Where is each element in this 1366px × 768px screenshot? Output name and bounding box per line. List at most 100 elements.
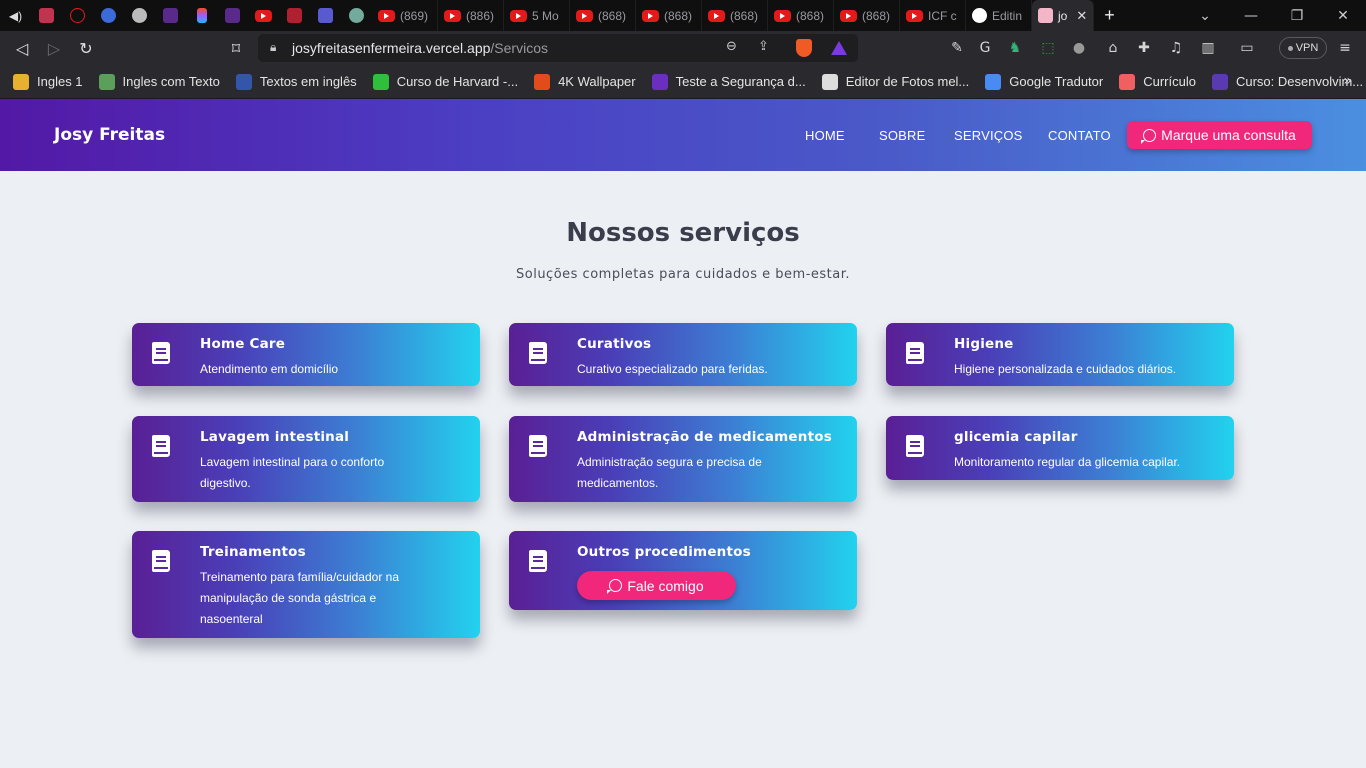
brave-rewards-icon[interactable] [831, 41, 847, 55]
whatsapp-icon [607, 579, 623, 594]
youtube-icon [378, 9, 395, 22]
github-icon [972, 8, 987, 23]
service-card-outros-procedimentos: Outros procedimentos Fale comigo [509, 531, 857, 610]
tab-youtube[interactable]: (886) [438, 0, 504, 31]
minimize-button[interactable]: — [1228, 0, 1274, 31]
tab-10[interactable] [310, 0, 341, 31]
extension-icon[interactable]: ♞ [1000, 31, 1030, 65]
book-icon [529, 342, 547, 364]
service-card-higiene: Higiene Higiene personalizada e cuidados… [886, 323, 1234, 386]
tab-7[interactable] [217, 0, 248, 31]
nav-home[interactable]: HOME [805, 128, 845, 143]
tab-youtube[interactable]: (868) [768, 0, 834, 31]
bookmark-item[interactable]: Currículo [1119, 73, 1196, 90]
tab-11[interactable] [341, 0, 372, 31]
forward-button[interactable]: ▷ [38, 32, 70, 64]
tab-title: jo [1058, 8, 1068, 23]
url-path: /Servicos [490, 40, 548, 56]
reload-icon: ↻ [79, 38, 93, 58]
bookmark-favicon-icon [651, 73, 668, 90]
card-title: Curativos [577, 336, 652, 352]
youtube-icon [774, 9, 791, 22]
bookmark-item[interactable]: Ingles com Texto [98, 73, 220, 90]
tab-audio[interactable]: ◀) [0, 0, 31, 31]
tab-title: 5 Mo [532, 8, 559, 23]
service-card-curativos: Curativos Curativo especializado para fe… [509, 323, 857, 386]
wallet-icon[interactable]: ▭ [1232, 31, 1262, 65]
tab-5[interactable] [155, 0, 186, 31]
bookmark-item[interactable]: Textos em inglês [235, 73, 357, 90]
bookmark-label: Google Tradutor [1009, 74, 1104, 89]
brave-shield-icon[interactable] [796, 39, 812, 57]
book-icon [152, 342, 170, 364]
bookmark-favicon-icon [534, 73, 551, 90]
reload-button[interactable]: ↻ [70, 32, 102, 64]
tab-youtube[interactable]: 5 Mo [504, 0, 570, 31]
tab-search-button[interactable]: ⌄ [1182, 0, 1228, 31]
playlist-icon[interactable]: ♫ [1161, 31, 1191, 65]
tab-1[interactable] [31, 0, 62, 31]
schedule-consult-button[interactable]: Marque uma consulta [1127, 121, 1312, 149]
whatsapp-icon [1141, 128, 1157, 144]
tab-6[interactable] [186, 0, 217, 31]
vpn-button[interactable]: VPN [1279, 37, 1327, 59]
card-title: glicemia capilar [954, 429, 1078, 445]
close-window-button[interactable]: ✕ [1320, 0, 1366, 31]
tab-youtube[interactable]: (868) [834, 0, 900, 31]
new-tab-button[interactable]: + [1094, 0, 1125, 31]
contact-me-button[interactable]: Fale comigo [577, 571, 736, 600]
bookmark-item[interactable]: Teste a Segurança d... [651, 73, 806, 90]
youtube-icon [576, 9, 593, 22]
extension-icon[interactable]: ● [1064, 31, 1094, 65]
tab-9[interactable] [279, 0, 310, 31]
more-bookmarks-icon[interactable]: » [1343, 73, 1352, 89]
extension-icon[interactable]: ✎ [942, 31, 972, 65]
bookmark-favicon-icon [1211, 73, 1228, 90]
zoom-icon[interactable]: ⊖ [726, 39, 737, 54]
translate-icon[interactable]: G [970, 31, 1000, 65]
bookmark-favicon-icon [98, 73, 115, 90]
bookmark-page-button[interactable]: ⌑ [220, 32, 252, 64]
extension-icon[interactable]: ⌂ [1098, 31, 1128, 65]
bookmark-item[interactable]: Google Tradutor [985, 73, 1104, 90]
nav-servicos[interactable]: SERVIÇOS [954, 128, 1023, 143]
tab-youtube[interactable]: (868) [636, 0, 702, 31]
site-brand[interactable]: Josy Freitas [54, 125, 165, 145]
app-icon [225, 8, 240, 23]
book-icon [529, 550, 547, 572]
bookmark-favicon-icon [985, 73, 1002, 90]
bookmark-item[interactable]: Curso de Harvard -... [372, 73, 518, 90]
forward-arrow-icon: ▷ [47, 38, 61, 58]
bookmark-item[interactable]: Curso: Desenvolvim... [1211, 73, 1363, 90]
bookmark-label: 4K Wallpaper [558, 74, 636, 89]
nav-contato[interactable]: CONTATO [1048, 128, 1111, 143]
site-header: Josy Freitas HOME SOBRE SERVIÇOS CONTATO… [0, 99, 1366, 171]
tab-active[interactable]: jo ✕ [1032, 0, 1094, 31]
tab-3[interactable] [93, 0, 124, 31]
card-title: Home Care [200, 336, 286, 352]
tab-2[interactable] [62, 0, 93, 31]
menu-icon[interactable]: ≡ [1330, 31, 1360, 65]
bookmark-item[interactable]: Ingles 1 [13, 73, 83, 90]
address-bar[interactable]: 🔒︎ josyfreitasenfermeira.vercel.app/Serv… [258, 34, 858, 62]
back-button[interactable]: ◁ [6, 32, 38, 64]
tab-title: (868) [598, 8, 627, 23]
tab-youtube[interactable]: (868) [702, 0, 768, 31]
book-icon [906, 342, 924, 364]
tab-youtube[interactable]: (868) [570, 0, 636, 31]
puzzle-icon[interactable]: ✚ [1129, 31, 1159, 65]
sidebar-icon[interactable]: ▥ [1193, 31, 1223, 65]
tab-youtube[interactable]: ICF c [900, 0, 966, 31]
screenshot-icon[interactable]: ⬚ [1033, 31, 1063, 65]
bookmark-favicon-icon [821, 73, 838, 90]
share-icon[interactable]: ⇪ [758, 39, 769, 54]
close-icon[interactable]: ✕ [1076, 8, 1087, 24]
nav-sobre[interactable]: SOBRE [879, 128, 926, 143]
tab-8[interactable] [248, 0, 279, 31]
tab-4[interactable] [124, 0, 155, 31]
maximize-button[interactable]: ❐ [1274, 0, 1320, 31]
tab-github[interactable]: Editin [966, 0, 1032, 31]
bookmark-item[interactable]: 4K Wallpaper [534, 73, 636, 90]
bookmark-item[interactable]: Editor de Fotos mel... [821, 73, 969, 90]
tab-youtube[interactable]: (869) [372, 0, 438, 31]
